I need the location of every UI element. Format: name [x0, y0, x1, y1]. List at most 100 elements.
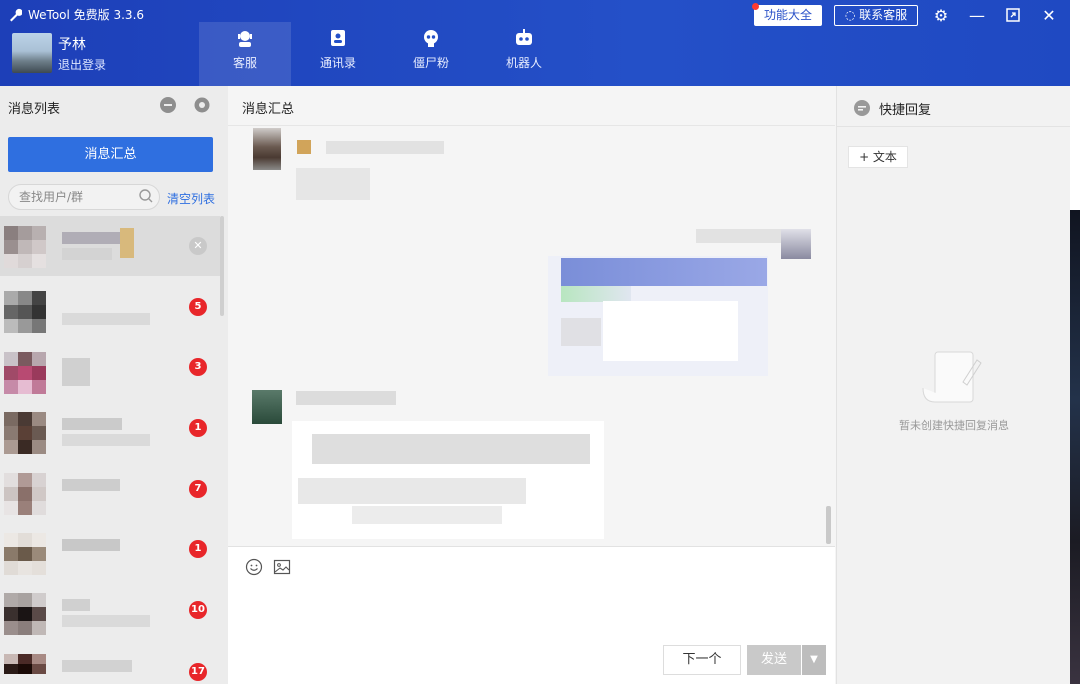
blurred-card-body: [561, 318, 601, 346]
blurred-card-body: [603, 301, 738, 361]
message-list-panel: 消息列表 消息汇总 查找用户/群 清空列表 ✕ 5 3 1 7 1 10 17: [0, 86, 228, 684]
logout-link[interactable]: 退出登录: [58, 56, 106, 73]
message-summary-panel: 消息汇总 下一个 发送 ▼: [228, 86, 835, 684]
app-title-text: WeTool 免费版 3.3.6: [28, 8, 145, 22]
skull-icon: [424, 30, 438, 47]
contact-item[interactable]: 10: [0, 583, 220, 643]
blurred-message: [296, 168, 370, 200]
remove-contact-icon[interactable]: ✕: [189, 237, 207, 255]
unread-badge: 1: [189, 419, 207, 437]
contact-avatar: [4, 533, 46, 575]
tab-contacts[interactable]: 通讯录: [292, 22, 384, 86]
contact-name-blur: [62, 418, 122, 430]
tab-customer-service-label: 客服: [232, 56, 257, 70]
contact-name-blur: [62, 539, 120, 551]
contact-item[interactable]: 7: [0, 463, 220, 523]
sidebar-scrollbar[interactable]: [220, 216, 224, 316]
minimize-icon[interactable]: —: [965, 4, 989, 26]
contact-msg-blur: [62, 434, 150, 446]
wrench-icon: [10, 8, 22, 21]
settings-gear-icon[interactable]: ⚙: [929, 4, 953, 26]
maximize-icon[interactable]: [1001, 4, 1025, 26]
image-icon[interactable]: [273, 558, 291, 576]
sender-avatar: [252, 390, 282, 424]
unread-badge: 10: [189, 601, 207, 619]
contact-msg-blur: [62, 248, 112, 260]
search-icon[interactable]: [138, 188, 154, 204]
blurred-card-header: [561, 258, 767, 286]
wetool-window: WeTool 免费版 3.3.6 予林 退出登录 客服 通讯录 僵尸粉 机器人 …: [0, 0, 1071, 684]
sender-avatar: [253, 128, 281, 170]
settings-icon[interactable]: [192, 95, 212, 115]
app-title: WeTool 免费版 3.3.6: [8, 6, 144, 23]
tab-zombie-fans-label: 僵尸粉: [412, 56, 449, 70]
blurred-name: [296, 391, 396, 405]
background-window-image: [1070, 210, 1080, 684]
blurred-name: [696, 229, 786, 243]
contact-avatar: [4, 593, 46, 635]
blurred-message-line: [352, 506, 502, 524]
clear-list-link[interactable]: 清空列表: [167, 190, 215, 207]
contact-blur-swatch: [120, 228, 134, 258]
message-list-title: 消息列表: [8, 102, 61, 117]
unread-badge: 3: [189, 358, 207, 376]
contact-msg-blur: [62, 615, 150, 627]
contact-item[interactable]: 1: [0, 523, 220, 583]
next-button[interactable]: 下一个: [663, 645, 741, 675]
tab-zombie-fans[interactable]: 僵尸粉: [385, 22, 477, 86]
blurred-name: [297, 140, 311, 154]
tab-robot-label: 机器人: [505, 56, 542, 70]
unread-badge: 7: [189, 480, 207, 498]
sender-avatar: [781, 229, 811, 259]
title-bar: WeTool 免费版 3.3.6 予林 退出登录 客服 通讯录 僵尸粉 机器人 …: [0, 0, 1070, 86]
features-button[interactable]: 功能大全: [754, 5, 822, 26]
unread-badge: 5: [189, 298, 207, 316]
close-icon[interactable]: ✕: [1037, 4, 1061, 26]
headset-icon: [238, 31, 252, 47]
empty-state-text: 暂未创建快捷回复消息: [899, 419, 1009, 432]
contact-name-blur: [62, 358, 90, 386]
contact-item[interactable]: 5: [0, 281, 220, 341]
contact-avatar: [4, 473, 46, 515]
contact-msg-blur: [62, 313, 150, 325]
contact-item[interactable]: 17: [0, 644, 220, 684]
chat-off-icon[interactable]: [158, 95, 178, 115]
quick-reply-panel: 快捷回复 + 文本 暂未创建快捷回复消息: [836, 86, 1071, 684]
contact-item[interactable]: 3: [0, 342, 220, 402]
tab-contacts-label: 通讯录: [319, 56, 356, 70]
tab-customer-service[interactable]: 客服: [199, 22, 291, 86]
divider: [837, 126, 1071, 127]
contact-avatar: [4, 654, 46, 684]
contact-name-blur: [62, 660, 132, 672]
emoji-icon[interactable]: [245, 558, 263, 576]
message-editor[interactable]: 下一个 发送 ▼: [228, 546, 835, 684]
message-summary-button[interactable]: 消息汇总: [8, 137, 213, 172]
empty-document-icon: [922, 351, 982, 403]
add-text-button[interactable]: + 文本: [848, 146, 908, 168]
blurred-message-line: [298, 478, 526, 504]
contact-service-button[interactable]: ◌ 联系客服: [834, 5, 918, 26]
contact-avatar: [4, 226, 46, 268]
blurred-message-line: [312, 434, 590, 464]
tab-robot[interactable]: 机器人: [478, 22, 570, 86]
chat-bubble-icon: ◌: [844, 8, 856, 22]
notification-dot: [752, 3, 759, 10]
contact-item[interactable]: ✕: [0, 216, 220, 276]
blurred-card-tag: [561, 286, 631, 302]
unread-badge: 17: [189, 663, 207, 681]
send-button[interactable]: 发送: [747, 645, 801, 675]
contact-item[interactable]: 1: [0, 402, 220, 462]
contacts-icon: [331, 30, 345, 46]
contact-avatar: [4, 291, 46, 333]
message-scrollbar[interactable]: [826, 506, 831, 544]
user-avatar[interactable]: [12, 33, 52, 73]
user-name: 予林: [58, 37, 86, 53]
quick-reply-icon: [854, 100, 870, 116]
unread-badge: 1: [189, 540, 207, 558]
contact-avatar: [4, 352, 46, 394]
quick-reply-title: 快捷回复: [879, 103, 932, 118]
send-options-icon[interactable]: ▼: [802, 645, 826, 675]
message-summary-title: 消息汇总: [242, 102, 295, 117]
contact-name-blur: [62, 599, 90, 611]
contact-name-blur: [62, 232, 120, 244]
